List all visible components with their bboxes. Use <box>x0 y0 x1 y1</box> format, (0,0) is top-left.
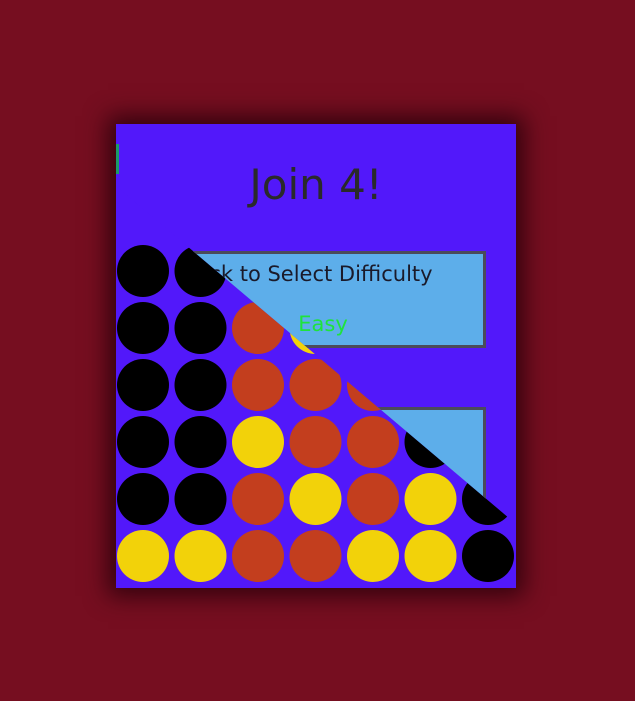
board-cell-black[interactable] <box>174 416 227 468</box>
board-cell-red[interactable] <box>232 473 284 525</box>
board-cell-black[interactable] <box>462 530 514 582</box>
board-cell-yellow[interactable] <box>347 530 399 582</box>
board-cell-yellow[interactable] <box>404 530 457 582</box>
board-cell-black[interactable] <box>174 473 227 525</box>
game-window: Join 4! Click to Select Difficulty Easy <box>116 124 516 588</box>
board-cell-yellow[interactable] <box>174 530 227 582</box>
board-cell-red[interactable] <box>347 473 399 525</box>
board-cell-yellow[interactable] <box>289 473 342 525</box>
board-cell-red[interactable] <box>347 416 399 468</box>
board-cell-black[interactable] <box>117 359 169 411</box>
board-cell-red[interactable] <box>232 530 284 582</box>
board-cell-red[interactable] <box>289 416 342 468</box>
board-cell-red[interactable] <box>289 530 342 582</box>
game-title: Join 4! <box>249 160 383 209</box>
board-cell-yellow[interactable] <box>232 416 284 468</box>
board-cell-yellow[interactable] <box>117 530 169 582</box>
board-cell-red[interactable] <box>232 359 284 411</box>
board-cell-black[interactable] <box>117 302 169 354</box>
board-cell-black[interactable] <box>174 302 227 354</box>
board-cell-black[interactable] <box>174 359 227 411</box>
board-cell-black[interactable] <box>117 473 169 525</box>
board-cell-black[interactable] <box>117 245 169 297</box>
board-cell-black[interactable] <box>117 416 169 468</box>
board-cell-yellow[interactable] <box>404 473 457 525</box>
